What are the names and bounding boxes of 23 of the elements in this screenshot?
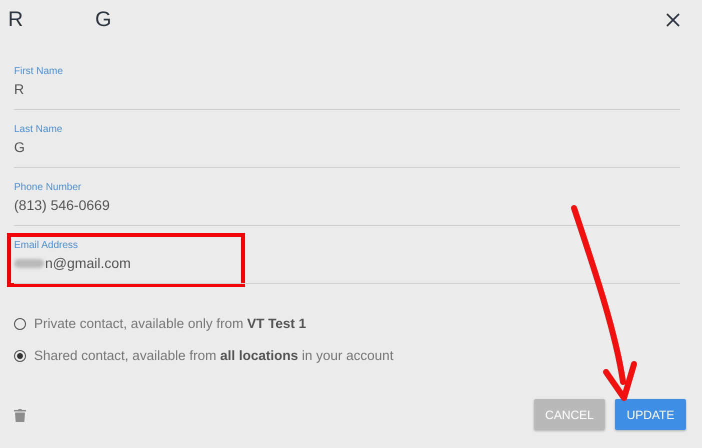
delete-button[interactable] [14, 408, 26, 422]
field-value: n@gmail.com [45, 255, 131, 271]
text-field[interactable]: Email Address n@gmail.com [14, 240, 680, 284]
close-button[interactable] [664, 11, 682, 29]
field-label: Phone Number [14, 182, 82, 193]
text-field[interactable]: First Name R [14, 66, 680, 110]
close-icon [666, 13, 680, 27]
field-value: G [14, 139, 25, 155]
radio-button[interactable] [14, 318, 26, 330]
field-label: Last Name [14, 124, 64, 135]
contact-name: R [8, 8, 24, 32]
contact-name: G [95, 8, 112, 32]
field-value: (813) 546-0669 [14, 197, 110, 213]
radio-label: Private contact, available only from VT Test 1 [34, 316, 306, 331]
radio-label: Shared contact, available from all locations in your account [34, 348, 394, 363]
trash-icon [14, 408, 26, 422]
field-value: R [14, 81, 24, 97]
radio-button[interactable] [14, 350, 26, 362]
update-button[interactable]: UPDATE [615, 399, 686, 430]
text-field[interactable]: Last Name G [14, 124, 680, 168]
field-label: First Name [14, 66, 64, 77]
field-label: Email Address [14, 240, 79, 251]
text-field[interactable]: Phone Number (813) 546-0669 [14, 182, 680, 226]
